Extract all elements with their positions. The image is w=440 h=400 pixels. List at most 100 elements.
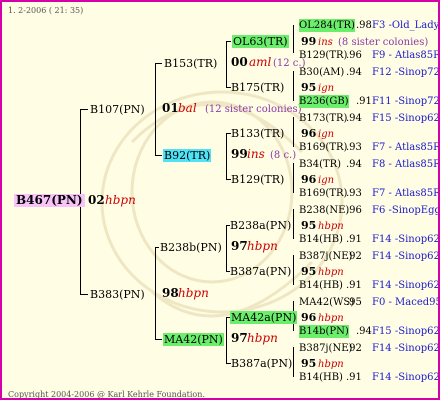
- gen2-d-year: 97: [231, 331, 248, 345]
- gen4-ancestor-id[interactable]: B169(TR): [299, 141, 347, 154]
- queen-root-id[interactable]: B467(PN): [14, 194, 85, 207]
- gen2-b-id[interactable]: B92(TR): [163, 149, 212, 162]
- gen3-b2-breed: ign: [318, 175, 335, 186]
- gen3-a1-id[interactable]: OL63(TR): [232, 35, 289, 48]
- gen4-ancestor-ref[interactable]: F14 -Sinop62R: [372, 371, 438, 384]
- gen2-c-id[interactable]: B238b(PN): [160, 241, 222, 254]
- gen4-ancestor-ref[interactable]: F14 -Sinop62R: [372, 279, 438, 292]
- gen3-b2-id[interactable]: B129(TR): [231, 173, 284, 186]
- gen2-a-breed: aml: [249, 55, 272, 69]
- gen4-ancestor-id[interactable]: B173(TR): [299, 112, 347, 125]
- tree-line: [293, 255, 294, 285]
- dam-breed: hbpn: [178, 286, 209, 300]
- gen4-ancestor-score: .91: [356, 96, 372, 107]
- gen4-ancestor-id[interactable]: B14(HB): [299, 279, 343, 292]
- gen3-a1-year: 99: [301, 35, 317, 48]
- gen2-c-breed: hbpn: [247, 239, 278, 253]
- gen4-ancestor-ref[interactable]: F0 - Maced95R: [372, 296, 438, 309]
- gen3-a2-id[interactable]: B175(TR): [231, 81, 284, 94]
- gen3-c1-year: 95: [301, 219, 317, 232]
- gen4-ancestor-ref[interactable]: F3 -Old_Lady: [372, 19, 438, 32]
- tree-line: [155, 339, 162, 340]
- gen3-d2-id[interactable]: B387a(PN): [231, 357, 292, 370]
- gen4-ancestor-id[interactable]: B129(TR): [299, 49, 347, 62]
- gen3-c2-breed: hbpn: [318, 267, 344, 278]
- gen2-b-note: (8 c.): [270, 150, 297, 161]
- print-date: 1. 2-2006 ( 21: 35): [8, 6, 84, 15]
- gen4-ancestor-score: .94: [346, 159, 362, 170]
- dam-id[interactable]: B383(PN): [90, 288, 145, 301]
- gen4-ancestor-ref[interactable]: F15 -Sinop62R: [372, 325, 438, 338]
- gen4-ancestor-id[interactable]: B387j(NE): [299, 250, 352, 263]
- gen4-ancestor-ref[interactable]: F15 -Sinop62R: [372, 112, 438, 125]
- tree-line: [226, 225, 227, 271]
- gen4-ancestor-ref[interactable]: F14 -Sinop62R: [372, 233, 438, 246]
- gen2-b-year: 99: [231, 147, 248, 161]
- tree-line: [293, 71, 294, 101]
- gen4-ancestor-score: .96: [346, 205, 362, 216]
- gen2-d-id[interactable]: MA42(PN): [163, 333, 224, 346]
- gen2-a-year: 00: [231, 55, 248, 69]
- gen4-ancestor-score: .91: [346, 372, 362, 383]
- copyright-text: Copyright 2004-2006 @ Karl Kehrle Founda…: [8, 390, 205, 399]
- gen4-ancestor-score: .95: [346, 297, 362, 308]
- gen4-ancestor-ref[interactable]: F14 -Sinop62R: [372, 342, 438, 355]
- tree-line: [226, 41, 227, 87]
- gen4-ancestor-id[interactable]: B14(HB): [299, 233, 343, 246]
- gen3-c2-year: 95: [301, 265, 317, 278]
- gen4-ancestor-id[interactable]: OL284(TR): [299, 19, 355, 32]
- gen3-c1-breed: hbpn: [318, 221, 344, 232]
- gen4-ancestor-score: .94: [346, 113, 362, 124]
- gen4-ancestor-id[interactable]: B238(NE): [299, 204, 349, 217]
- gen4-ancestor-id[interactable]: B34(TR): [299, 158, 341, 171]
- sire-id[interactable]: B107(PN): [90, 103, 145, 116]
- tree-line: [226, 317, 227, 363]
- gen4-ancestor-id[interactable]: B14b(PN): [299, 325, 349, 338]
- tree-line: [226, 133, 227, 179]
- gen4-ancestor-id[interactable]: B30(AM): [299, 66, 344, 79]
- tree-line: [155, 63, 156, 155]
- gen4-ancestor-ref[interactable]: F9 - Atlas85R: [372, 49, 438, 62]
- gen4-ancestor-ref[interactable]: F12 -Sinop72R: [372, 66, 438, 79]
- gen3-d2-breed: hbpn: [318, 359, 344, 370]
- gen4-ancestor-score: .98: [356, 20, 372, 31]
- gen4-ancestor-ref[interactable]: F7 - Atlas85R: [372, 187, 438, 200]
- gen4-ancestor-score: .91: [346, 234, 362, 245]
- gen3-a2-breed: ign: [318, 83, 335, 94]
- queen-root-year: 02: [88, 193, 105, 207]
- gen3-b1-year: 96: [301, 127, 317, 140]
- queen-root-breed: hbpn: [105, 193, 136, 207]
- gen4-ancestor-id[interactable]: B169(TR): [299, 187, 347, 200]
- gen4-ancestor-ref[interactable]: F6 -SinopEgg86R: [372, 204, 438, 217]
- tree-line: [80, 294, 88, 295]
- gen3-d1-id[interactable]: MA42a(PN): [230, 311, 298, 324]
- gen3-d2-year: 95: [301, 357, 317, 370]
- gen3-c2-id[interactable]: B387a(PN): [230, 265, 291, 278]
- tree-line: [226, 41, 231, 42]
- gen4-ancestor-score: .96: [346, 50, 362, 61]
- tree-line: [80, 109, 88, 110]
- gen2-a-id[interactable]: B153(TR): [164, 57, 217, 70]
- gen3-a2-year: 95: [301, 81, 317, 94]
- gen2-b-breed: ins: [247, 147, 265, 161]
- gen4-ancestor-id[interactable]: B387j(NE): [299, 342, 352, 355]
- dam-year: 98: [162, 286, 179, 300]
- gen4-ancestor-score: .93: [346, 142, 362, 153]
- gen4-ancestor-score: .93: [346, 188, 362, 199]
- tree-line: [155, 63, 162, 64]
- tree-line: [155, 247, 156, 339]
- tree-line: [293, 25, 294, 53]
- gen3-c1-id[interactable]: B238a(PN): [230, 219, 291, 232]
- gen2-d-breed: hbpn: [247, 331, 278, 345]
- gen4-ancestor-id[interactable]: B236(GB): [299, 95, 349, 108]
- gen4-ancestor-ref[interactable]: F14 -Sinop62R: [372, 250, 438, 263]
- sire-year: 01: [162, 101, 179, 115]
- gen3-b1-id[interactable]: B133(TR): [231, 127, 284, 140]
- gen4-ancestor-ref[interactable]: F11 -Sinop72R: [372, 95, 438, 108]
- gen4-ancestor-id[interactable]: B14(HB): [299, 371, 343, 384]
- gen4-ancestor-ref[interactable]: F7 - Atlas85R: [372, 141, 438, 154]
- tree-line: [293, 163, 294, 193]
- gen4-ancestor-ref[interactable]: F8 - Atlas85R: [372, 158, 438, 171]
- tree-line: [155, 155, 162, 156]
- sire-breed: bal: [178, 101, 197, 115]
